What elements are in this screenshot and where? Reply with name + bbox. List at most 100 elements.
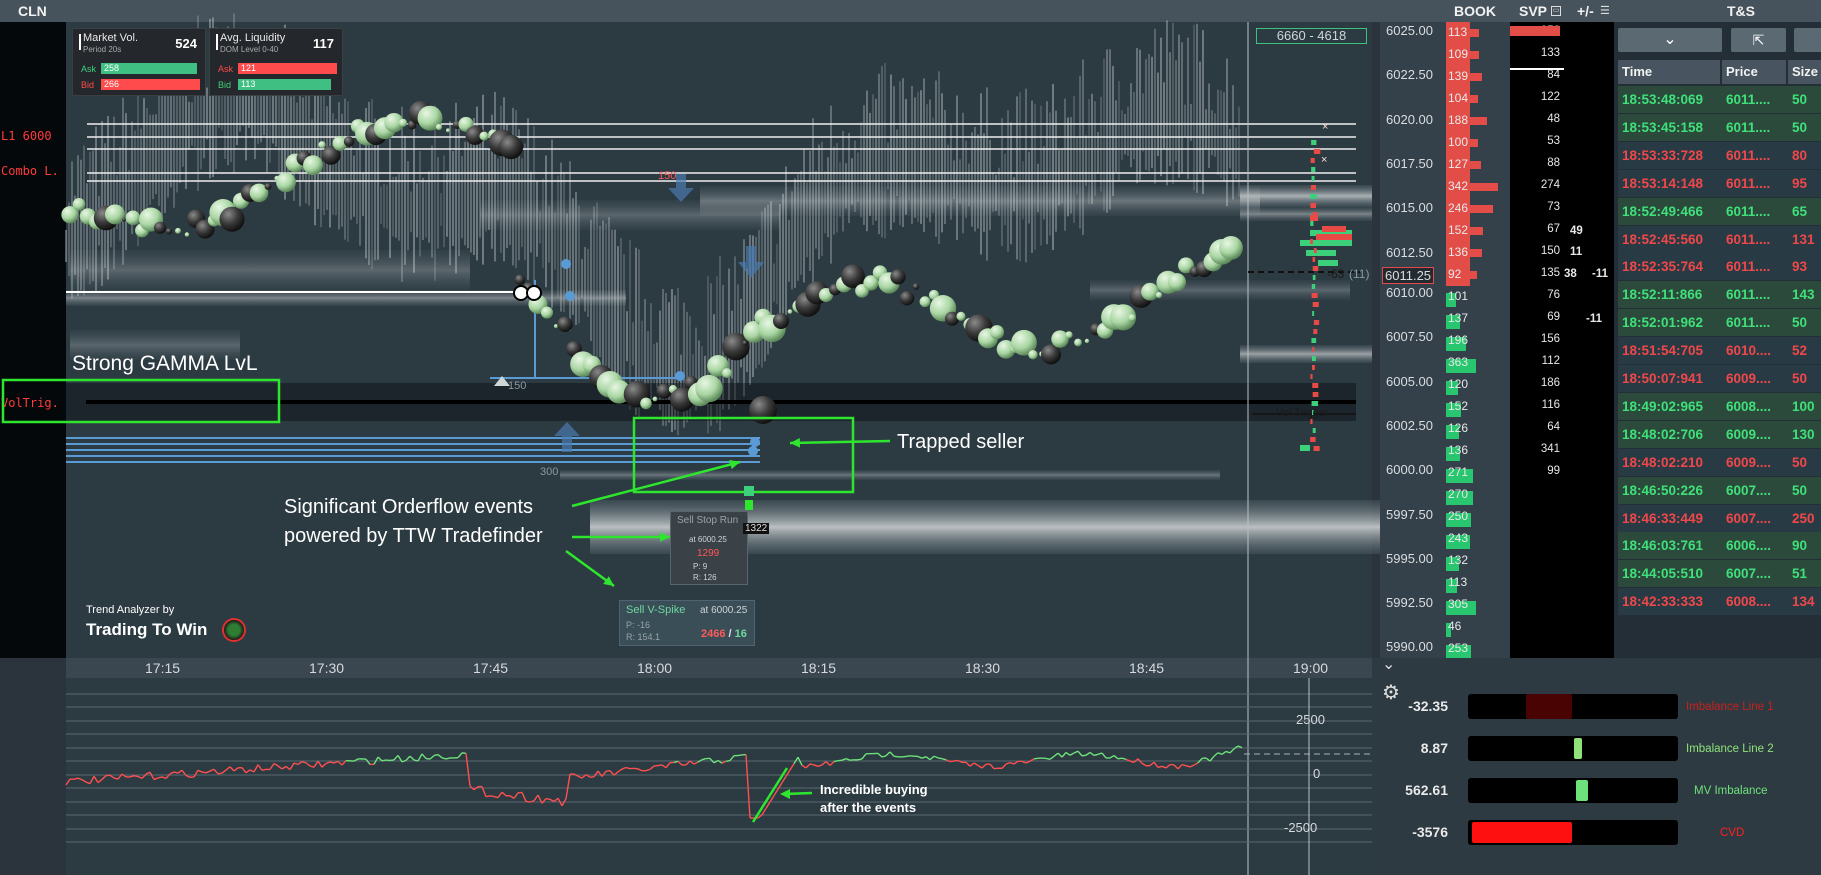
book-value: 270 bbox=[1448, 487, 1469, 501]
ts-price: 6008.... bbox=[1726, 398, 1772, 414]
svp-value: 64 bbox=[1547, 421, 1560, 433]
ts-row[interactable]: 18:46:50:226 6007.... 50 bbox=[1618, 476, 1821, 504]
ts-size: 131 bbox=[1792, 231, 1815, 247]
ts-row[interactable]: 18:52:45:560 6011.... 131 bbox=[1618, 225, 1821, 253]
price-axis[interactable]: 6025.00 6022.50 6020.00 6017.50 6015.00 6012.… bbox=[1380, 22, 1446, 658]
book-depth-bar bbox=[1468, 271, 1478, 279]
price-tick: 6010.00 bbox=[1386, 285, 1433, 300]
ts-row[interactable]: 18:52:01:962 6011.... 50 bbox=[1618, 309, 1821, 337]
ts-row[interactable]: 18:52:35:764 6011.... 93 bbox=[1618, 253, 1821, 281]
svp-value: 69 bbox=[1547, 311, 1560, 323]
sell-v-spike-r: R: 154.1 bbox=[626, 632, 661, 642]
ts-size: 65 bbox=[1792, 203, 1808, 219]
svp-value: 341 bbox=[1540, 443, 1560, 455]
ts-row[interactable]: 18:53:33:728 6011.... 80 bbox=[1618, 141, 1821, 169]
avg-liquidity-box: Avg. Liquidity DOM Level 0-40 117 Ask 12… bbox=[209, 28, 343, 96]
imbalance-value: -32.35 bbox=[1408, 698, 1448, 714]
time-tick: 18:00 bbox=[637, 660, 673, 676]
sell-v-spike-box[interactable]: Sell V-Spike at 6000.25 P: -16 R: 154.1 … bbox=[619, 600, 755, 646]
ts-size: 250 bbox=[1792, 510, 1815, 526]
book-column-header[interactable]: BOOK bbox=[1454, 3, 1496, 19]
book-value: 246 bbox=[1448, 201, 1469, 215]
ts-price: 6008.... bbox=[1726, 594, 1772, 610]
cvd-sub-chart[interactable] bbox=[66, 678, 1372, 875]
sell-stop-run-at: at 6000.25 bbox=[689, 535, 727, 544]
ts-row[interactable]: 18:53:45:158 6011.... 50 bbox=[1618, 113, 1821, 141]
buying-annotation-line1: Incredible buying bbox=[820, 782, 928, 797]
svp-value: 84 bbox=[1547, 69, 1560, 81]
svp-value: 76 bbox=[1547, 289, 1560, 301]
sell-stop-run-box[interactable]: Sell Stop Run at 6000.25 1299 P: 9 R: 12… bbox=[670, 511, 748, 585]
ts-row[interactable]: 18:48:02:210 6009.... 50 bbox=[1618, 448, 1821, 476]
time-tick: 19:00 bbox=[1293, 660, 1329, 676]
ts-size: 100 bbox=[1792, 398, 1815, 414]
ts-size: 50 bbox=[1792, 482, 1808, 498]
book-value: 100 bbox=[1448, 135, 1469, 149]
ts-row[interactable]: 18:46:03:761 6006.... 90 bbox=[1618, 532, 1821, 560]
ts-row[interactable]: 18:42:33:333 6008.... 134 bbox=[1618, 588, 1821, 616]
ts-price: 6011.... bbox=[1726, 259, 1771, 275]
avg-liquidity-bid-label: Bid bbox=[218, 80, 232, 90]
ts-row[interactable]: 18:48:02:706 6009.... 130 bbox=[1618, 420, 1821, 448]
market-volume-period: Period 20s bbox=[83, 45, 122, 54]
session-volume-profile-column[interactable]: 9501338412248538827473671501357669156112… bbox=[1510, 22, 1564, 658]
book-value: 137 bbox=[1448, 311, 1469, 325]
ts-row[interactable]: 18:52:49:466 6011.... 65 bbox=[1618, 197, 1821, 225]
level-63-label: -63 bbox=[1327, 267, 1345, 281]
ts-header-size[interactable]: Size bbox=[1788, 60, 1821, 84]
ts-row[interactable]: 18:49:02:965 6008.... 100 bbox=[1618, 392, 1821, 420]
book-depth-bar bbox=[1468, 205, 1493, 213]
export-icon: ⇱ bbox=[1752, 32, 1765, 48]
book-depth-bar bbox=[1468, 139, 1478, 147]
book-value: 46 bbox=[1448, 619, 1462, 633]
ts-header-time[interactable]: Time bbox=[1618, 60, 1720, 84]
plus-minus-column[interactable]: 49 11 38 -11 -11 bbox=[1564, 22, 1614, 658]
ts-price: 6007.... bbox=[1726, 482, 1772, 498]
book-value: 113 bbox=[1448, 575, 1468, 589]
avg-liquidity-bid-bar: 113 bbox=[238, 79, 331, 90]
level-label-voltrig: VolTrig. bbox=[0, 396, 66, 410]
avg-liquidity-marker bbox=[216, 34, 218, 50]
collapse-chevron-icon[interactable]: ⌄ bbox=[1382, 654, 1395, 674]
ts-row[interactable]: 18:53:48:069 6011.... 50 bbox=[1618, 86, 1821, 113]
ts-row[interactable]: 18:52:11:866 6011.... 143 bbox=[1618, 281, 1821, 309]
svp-column-header[interactable]: SVP bbox=[1519, 3, 1547, 19]
imbalance-bar bbox=[1468, 694, 1678, 719]
book-depth-bar bbox=[1468, 51, 1479, 59]
ts-row[interactable]: 18:53:14:148 6011.... 95 bbox=[1618, 169, 1821, 197]
imbalance-fill bbox=[1526, 694, 1572, 719]
time-tick: 18:30 bbox=[965, 660, 1001, 676]
ts-row[interactable]: 18:46:33:449 6007.... 250 bbox=[1618, 504, 1821, 532]
lower-left-spacer bbox=[0, 658, 66, 875]
book-value: 120 bbox=[1448, 377, 1469, 391]
ts-price: 6007.... bbox=[1726, 510, 1772, 526]
svp-settings-icon[interactable]: ▭ bbox=[1551, 6, 1561, 16]
ts-time: 18:49:02:965 bbox=[1622, 398, 1704, 414]
ts-time: 18:52:49:466 bbox=[1622, 203, 1704, 219]
ts-row[interactable]: 18:51:54:705 6010.... 52 bbox=[1618, 337, 1821, 365]
book-depth-bar bbox=[1468, 117, 1487, 125]
extra-button[interactable] bbox=[1794, 28, 1821, 52]
filter-icon[interactable]: ☰ bbox=[1600, 4, 1610, 17]
ts-price: 6009.... bbox=[1726, 426, 1772, 442]
level-150-label: 150 bbox=[658, 170, 677, 182]
ts-size: 93 bbox=[1792, 259, 1808, 275]
book-depth-bar bbox=[1468, 249, 1482, 257]
export-button[interactable]: ⇱ bbox=[1731, 28, 1786, 52]
ts-time: 18:46:03:761 bbox=[1622, 538, 1704, 554]
plus-minus-column-header[interactable]: +/- bbox=[1577, 3, 1594, 19]
ts-row[interactable]: 18:44:05:510 6007.... 51 bbox=[1618, 560, 1821, 588]
gamma-level-annotation: Strong GAMMA LvL bbox=[72, 352, 258, 375]
avg-liquidity-ask-bar: 121 bbox=[238, 63, 337, 74]
trapped-seller-annotation: Trapped seller bbox=[897, 431, 1025, 453]
chevron-down-button[interactable]: ⌄ bbox=[1618, 28, 1722, 52]
ts-size: 80 bbox=[1792, 147, 1808, 163]
order-book-column[interactable]: 113 109 139 104 188 100 127 342 246 152 136 92 101 13… bbox=[1446, 22, 1510, 659]
time-axis[interactable]: 17:15 17:30 17:45 18:00 18:15 18:30 18:45 19:00 bbox=[66, 658, 1372, 678]
ts-time: 18:53:14:148 bbox=[1622, 175, 1704, 191]
ts-header-price[interactable]: Price bbox=[1722, 60, 1786, 84]
ts-row[interactable]: 18:50:07:941 6009.... 50 bbox=[1618, 365, 1821, 392]
ts-price: 6007.... bbox=[1726, 566, 1772, 582]
ts-time: 18:52:01:962 bbox=[1622, 315, 1704, 331]
book-value: 152 bbox=[1448, 223, 1469, 237]
